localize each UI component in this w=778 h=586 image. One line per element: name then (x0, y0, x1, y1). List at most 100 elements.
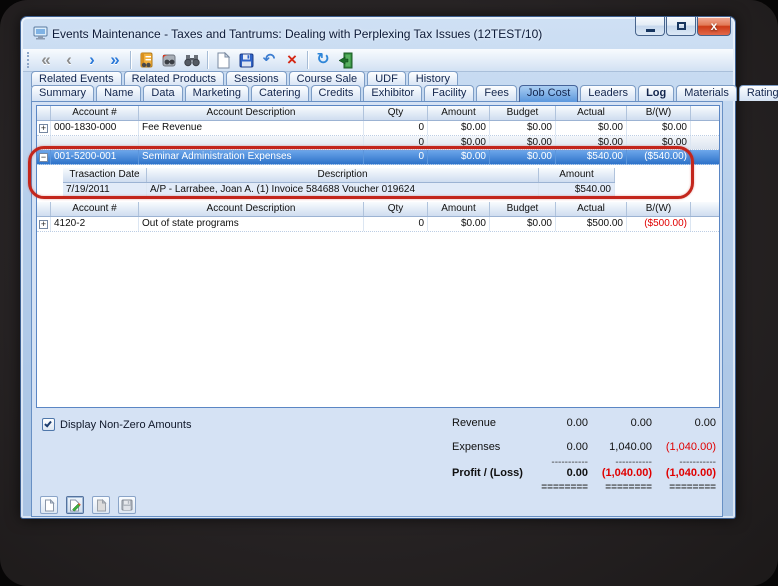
copy-item-button[interactable] (92, 496, 110, 514)
tab-fees[interactable]: Fees (476, 85, 517, 101)
cell-bw: $0.00 (627, 136, 691, 149)
tab-credits[interactable]: Credits (310, 85, 362, 101)
col-filler (691, 106, 719, 120)
col-bw[interactable]: B/(W) (627, 106, 691, 120)
delete-button[interactable]: × (281, 50, 303, 70)
tab-marketing[interactable]: Marketing (184, 85, 249, 101)
tab-summary[interactable]: Summary (31, 85, 95, 101)
tab-ratings[interactable]: Ratings (738, 85, 778, 101)
tab-name[interactable]: Name (96, 85, 142, 101)
cell-budget: $0.00 (490, 136, 556, 149)
tab-exhibitor[interactable]: Exhibitor (363, 85, 423, 101)
cell-transaction-amount: $540.00 (539, 183, 615, 197)
toolbar: « ‹ › » ↶ × ↻ (23, 49, 733, 72)
edit-item-button[interactable] (66, 496, 84, 514)
delete-x-icon: × (287, 50, 297, 69)
col-bw[interactable]: B/(W) (627, 202, 691, 216)
cell-account (51, 136, 139, 149)
revenue-budget-value: 0.00 (566, 417, 588, 429)
nav-previous-button[interactable]: ‹ (58, 50, 80, 70)
col-account[interactable]: Account # (51, 202, 139, 216)
binoculars-icon (184, 55, 200, 67)
tab-leaders[interactable]: Leaders (580, 85, 637, 101)
grid-header-row: Account # Account Description Qty Amount… (37, 106, 719, 121)
minimize-icon (645, 28, 655, 32)
refresh-icon: ↻ (316, 51, 330, 68)
cell-account: 001-5200-001 (51, 150, 139, 164)
profit-actual-value: (1,040.00) (601, 467, 652, 479)
tab-materials[interactable]: Materials (676, 85, 737, 101)
cell-account: 4120-2 (51, 217, 139, 231)
refresh-button[interactable]: ↻ (312, 50, 334, 70)
job-cost-grid: Account # Account Description Qty Amount… (36, 105, 720, 408)
find-record-icon (162, 54, 175, 66)
cell-qty: 0 (364, 150, 428, 164)
tab-job-cost[interactable]: Job Cost (518, 85, 579, 102)
col-qty[interactable]: Qty (364, 106, 428, 120)
col-qty[interactable]: Qty (364, 202, 428, 216)
col-actual[interactable]: Actual (556, 106, 627, 120)
cell-qty: 0 (364, 136, 428, 149)
display-nonzero-row: Display Non-Zero Amounts (42, 418, 191, 431)
nav-last-button[interactable]: » (104, 50, 126, 70)
summary-row-revenue: Revenue 0.00 0.00 0.00 (452, 417, 716, 430)
new-item-button[interactable] (40, 496, 58, 514)
cell-bw: $0.00 (627, 121, 691, 135)
maximize-button[interactable] (666, 17, 696, 36)
col-budget[interactable]: Budget (490, 106, 556, 120)
cell-qty: 0 (364, 217, 428, 231)
cell-description (139, 136, 364, 149)
transaction-row[interactable]: 7/19/2011 A/P - Larrabee, Joan A. (1) In… (63, 183, 615, 198)
col-actual[interactable]: Actual (556, 202, 627, 216)
save-icon (239, 53, 253, 67)
toolbar-separator (130, 51, 131, 69)
close-button[interactable]: x (697, 17, 731, 36)
col-description[interactable]: Account Description (139, 202, 364, 216)
cell-expand: + (37, 121, 51, 135)
tab-data[interactable]: Data (143, 85, 183, 101)
lookup-contacts-button[interactable] (135, 50, 157, 70)
col-account[interactable]: Account # (51, 106, 139, 120)
maximize-icon (676, 22, 686, 30)
save-item-button[interactable] (118, 496, 136, 514)
tab-log[interactable]: Log (638, 85, 675, 101)
expand-plus-icon[interactable]: + (39, 219, 48, 229)
save-record-button[interactable] (235, 50, 257, 70)
expenses-budget-value: 0.00 (566, 441, 588, 453)
table-row-fee-revenue[interactable]: + 000-1830-000 Fee Revenue 0 $0.00 $0.00… (37, 121, 719, 136)
subcol-description[interactable]: Description (147, 168, 539, 182)
tab-facility[interactable]: Facility (424, 85, 475, 101)
tab-catering[interactable]: Catering (250, 85, 309, 101)
subcol-amount[interactable]: Amount (539, 168, 615, 182)
table-row-seminar-selected[interactable]: − 001-5200-001 Seminar Administration Ex… (37, 150, 719, 165)
table-row-subtotal[interactable]: 0 $0.00 $0.00 $0.00 $0.00 (37, 136, 719, 150)
exit-button[interactable] (335, 50, 357, 70)
nav-next-button[interactable]: › (81, 50, 103, 70)
minimize-button[interactable] (635, 17, 665, 36)
cell-transaction-description: A/P - Larrabee, Joan A. (1) Invoice 5846… (147, 183, 539, 197)
display-nonzero-checkbox[interactable] (42, 418, 55, 431)
col-description[interactable]: Account Description (139, 106, 364, 120)
subcol-transaction-date[interactable]: Trasaction Date (63, 168, 147, 182)
expand-column-header (37, 202, 51, 216)
cell-amount: $0.00 (428, 121, 490, 135)
cell-actual: $540.00 (556, 150, 627, 164)
col-amount[interactable]: Amount (428, 106, 490, 120)
profit-budget-value: 0.00 (566, 467, 588, 479)
summary-equal-separator: ======== ======== ======== (541, 482, 716, 493)
undo-button[interactable]: ↶ (258, 50, 280, 70)
cell-account: 000-1830-000 (51, 121, 139, 135)
collapse-minus-icon[interactable]: − (39, 152, 48, 162)
cell-expand: + (37, 217, 51, 231)
col-amount[interactable]: Amount (428, 202, 490, 216)
col-budget[interactable]: Budget (490, 202, 556, 216)
record-action-buttons (40, 496, 136, 514)
expand-plus-icon[interactable]: + (39, 123, 48, 133)
nav-first-button[interactable]: « (35, 50, 57, 70)
search-button[interactable] (181, 50, 203, 70)
first-record-icon: « (41, 50, 51, 69)
new-record-button[interactable] (212, 50, 234, 70)
toolbar-grip-handle[interactable] (27, 52, 31, 68)
table-row-out-of-state[interactable]: + 4120-2 Out of state programs 0 $0.00 $… (37, 217, 719, 232)
find-record-button[interactable] (158, 50, 180, 70)
